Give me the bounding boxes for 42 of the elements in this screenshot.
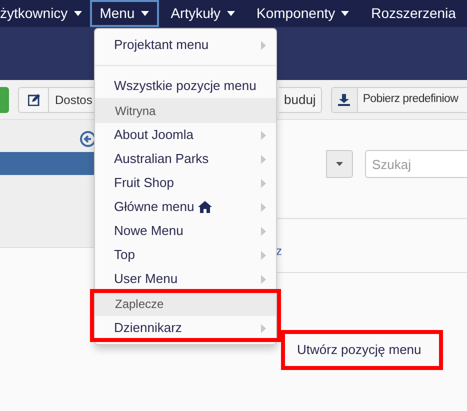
chevron-right-icon [261,250,266,260]
edit-icon [28,94,40,106]
chevron-right-icon [261,40,266,50]
dropdown-option[interactable]: Główne menu [95,195,276,219]
dropdown-option[interactable]: Nowe Menu [95,219,276,243]
download-button[interactable]: Pobierz predefiniow [330,86,467,112]
chevron-right-icon [261,178,266,188]
dropdown-option[interactable]: About Joomla [95,123,276,147]
new-button[interactable] [0,86,9,112]
dropdown-option[interactable]: Wszystkie pozycje menu [95,74,276,98]
menu-section-header: Witryna [95,98,276,123]
caret-icon [140,11,149,16]
chevron-right-icon [261,274,266,284]
caret-icon [226,11,235,16]
home-icon [198,201,212,213]
submenu-option[interactable]: Utwórz pozycję menu [285,340,439,360]
chevron-right-icon [261,226,266,236]
nav-item[interactable]: Menu [90,0,159,27]
dropdown-option[interactable]: Fruit Shop [95,171,276,195]
nav-item[interactable]: Komponenty [246,0,360,27]
dropdown-option[interactable]: Projektant menu [95,33,276,57]
collapse-icon[interactable] [80,131,96,147]
dropdown-option[interactable]: Top [95,243,276,267]
caret-icon [341,11,350,16]
nav-item[interactable]: Rozszerzenia [361,0,466,27]
chevron-right-icon [261,154,266,164]
chevron-right-icon [261,202,266,212]
dropdown-option[interactable]: User Menu [95,267,276,291]
nav-item[interactable]: Artykuły [160,0,245,27]
nav-item[interactable]: żytkownicy [0,0,84,27]
customize-button[interactable]: Dostos [18,86,94,112]
dropdown-option[interactable]: Dziennikarz [95,316,276,340]
chevron-right-icon [261,324,266,332]
download-icon [338,94,350,106]
chevron-right-icon [261,130,266,140]
rebuild-button[interactable]: buduj [279,86,322,112]
filter-dropdown[interactable] [326,150,353,178]
search-field[interactable]: Szukaj [365,150,467,178]
dropdown-option[interactable]: Australian Parks [95,147,276,171]
menu-section-header: Zaplecze [95,291,276,316]
caret-icon [336,162,343,166]
caret-icon [74,11,82,16]
